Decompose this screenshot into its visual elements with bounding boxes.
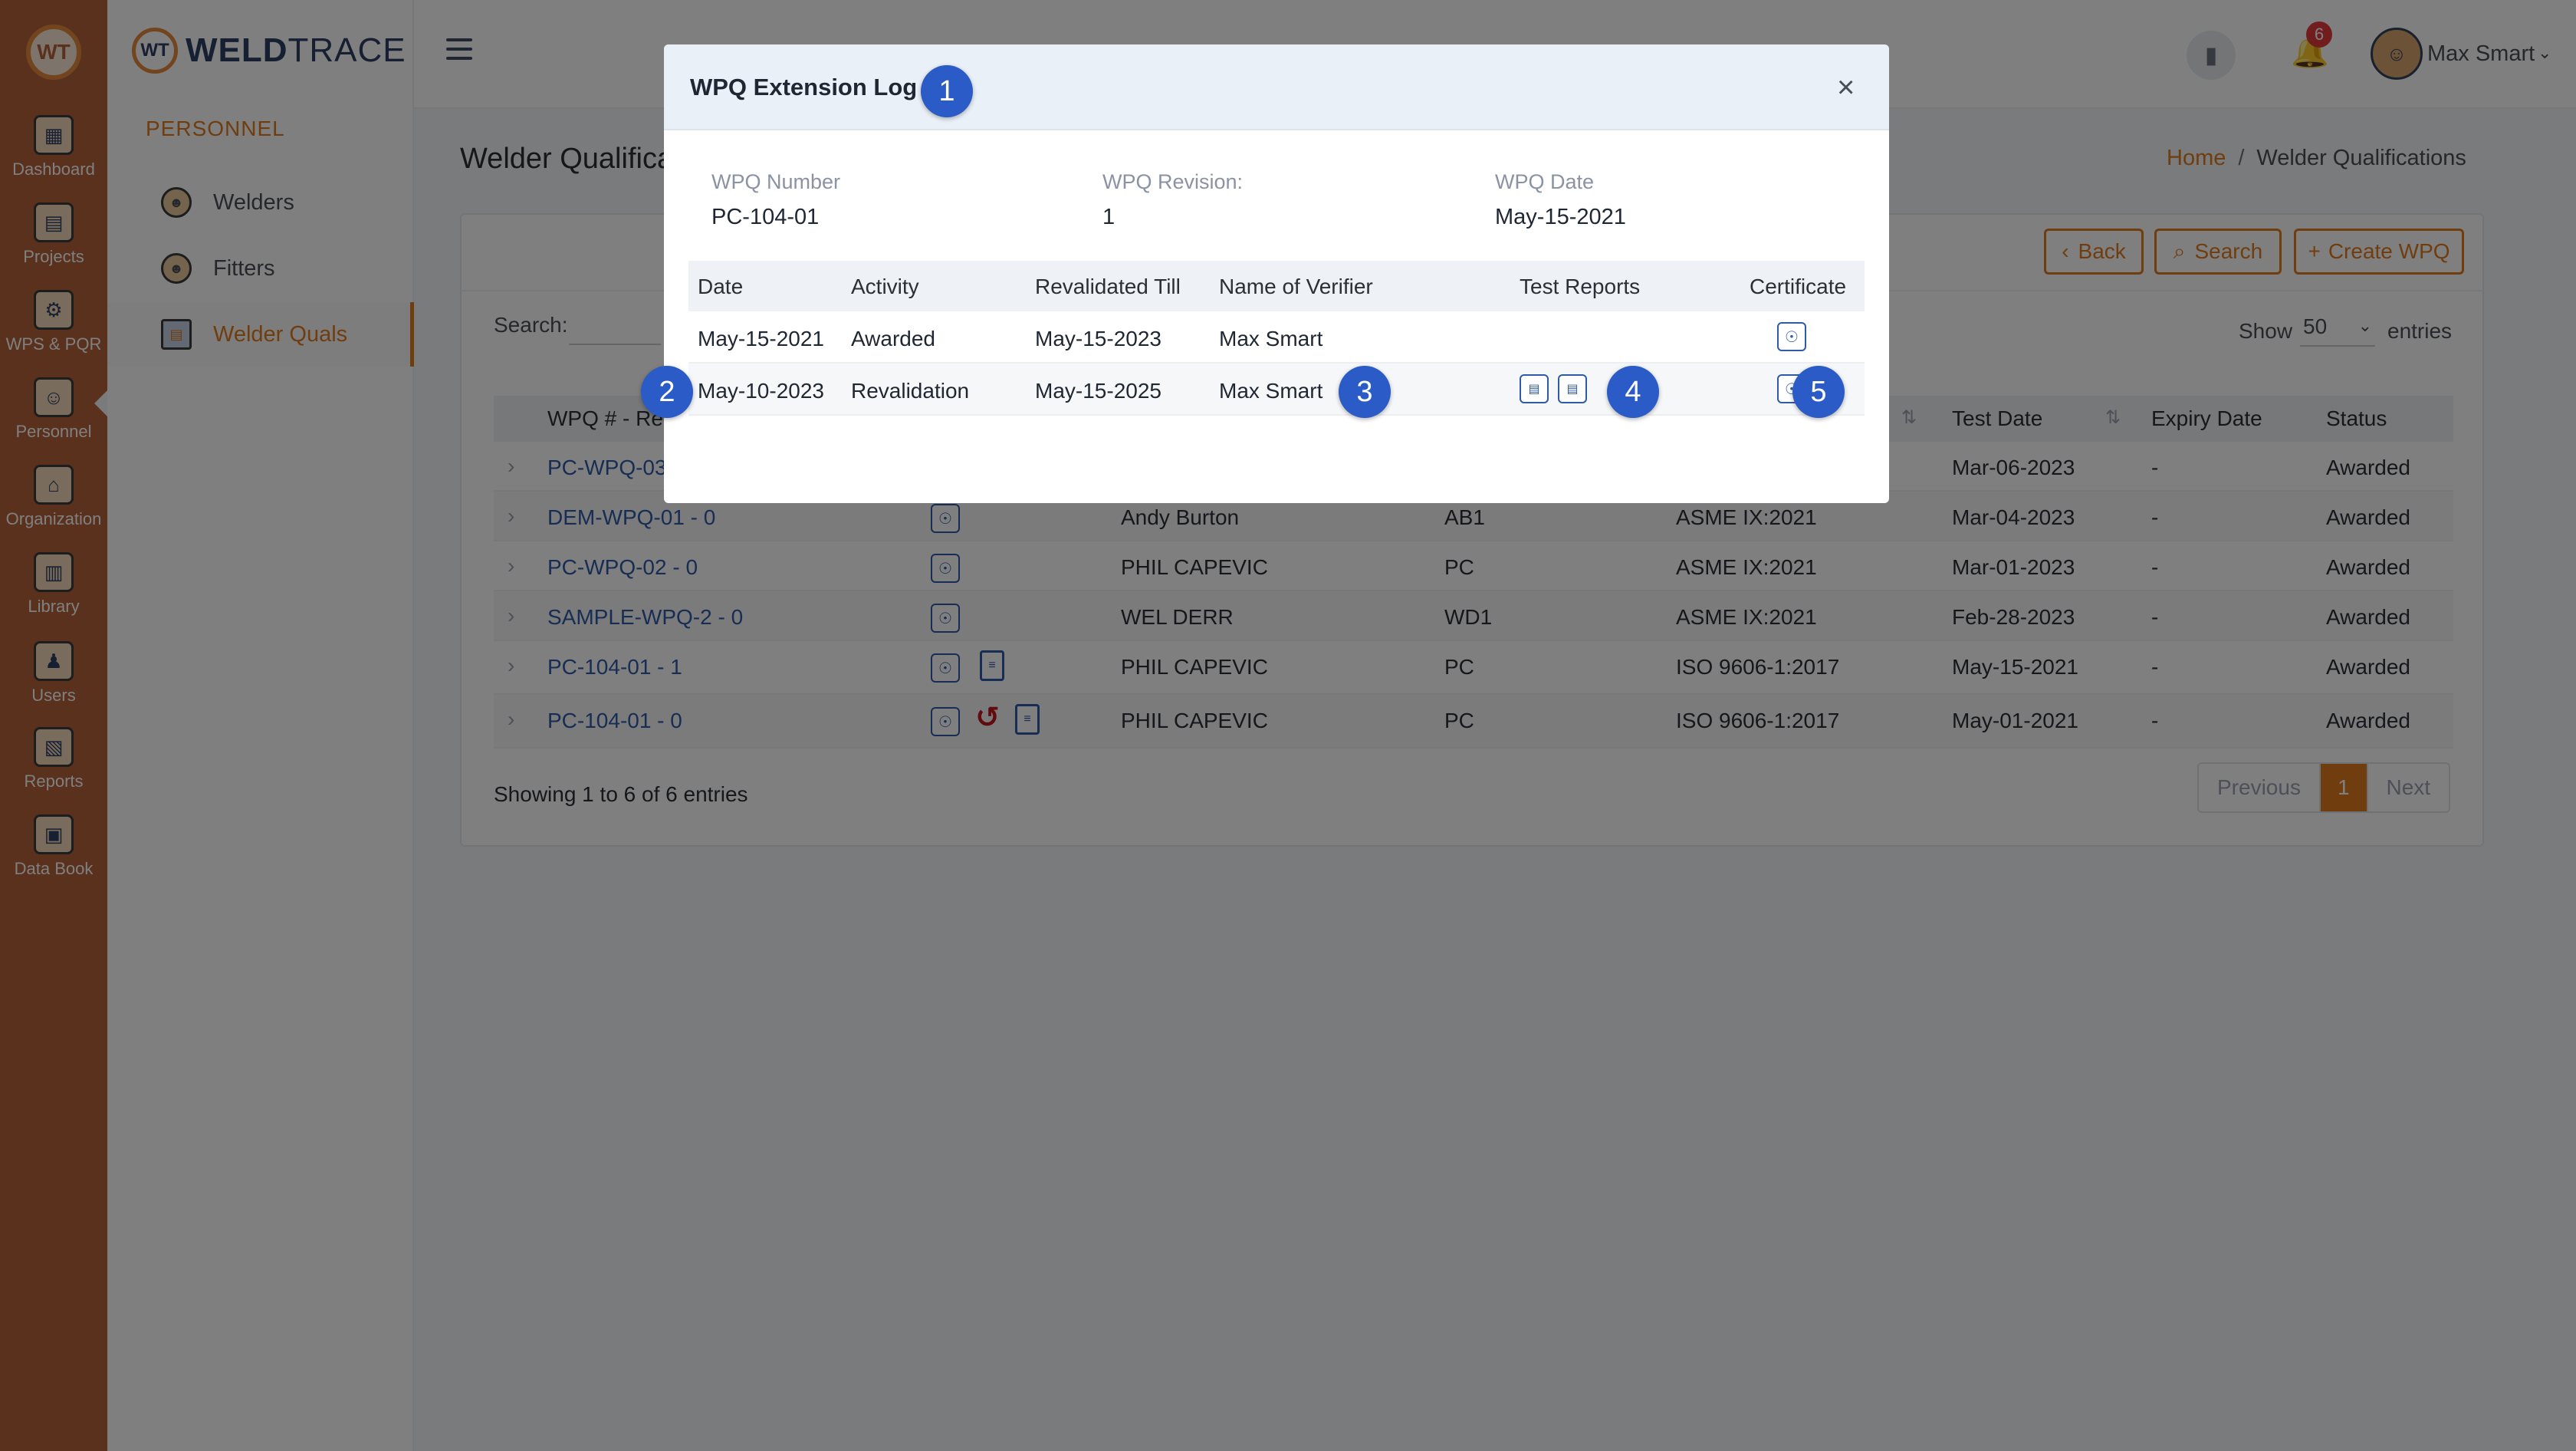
wpq-extension-log-modal: WPQ Extension Log × WPQ Number PC-104-01…: [664, 44, 1889, 503]
log-row: May-15-2021 Awarded May-15-2023 Max Smar…: [688, 311, 1865, 364]
wpq-revision-value: 1: [1102, 205, 1116, 229]
log-activity: Revalidation: [851, 379, 970, 403]
wpq-number-field: WPQ Number PC-104-01: [711, 170, 840, 230]
log-table-header: Date Activity Revalidated Till Name of V…: [688, 261, 1865, 311]
wpq-date-label: WPQ Date: [1495, 170, 1595, 193]
log-date: May-10-2023: [698, 379, 824, 403]
wpq-revision-label: WPQ Revision:: [1102, 170, 1244, 193]
wpq-number-label: WPQ Number: [711, 170, 841, 193]
extension-log-table: Date Activity Revalidated Till Name of V…: [688, 261, 1865, 416]
log-activity: Awarded: [851, 327, 936, 350]
log-revalidated-till: May-15-2025: [1035, 379, 1162, 403]
col-certificate: Certificate: [1750, 275, 1847, 298]
col-activity: Activity: [851, 275, 919, 298]
log-verifier: Max Smart: [1219, 327, 1323, 350]
modal-title: WPQ Extension Log: [690, 74, 918, 100]
log-revalidated-till: May-15-2023: [1035, 327, 1162, 350]
step-marker-3: 3: [1339, 366, 1391, 418]
log-date: May-15-2021: [698, 327, 824, 350]
step-marker-4: 4: [1607, 366, 1659, 418]
modal-header: WPQ Extension Log ×: [664, 44, 1889, 130]
wpq-number-value: PC-104-01: [711, 205, 820, 229]
test-report-icon[interactable]: ▤: [1558, 374, 1587, 403]
col-verifier: Name of Verifier: [1219, 275, 1373, 298]
wpq-date-value: May-15-2021: [1495, 205, 1626, 229]
col-test-reports: Test Reports: [1520, 275, 1641, 298]
step-marker-5: 5: [1792, 366, 1845, 418]
col-date: Date: [698, 275, 744, 298]
step-marker-2: 2: [641, 366, 693, 418]
log-row: May-10-2023 Revalidation May-15-2025 Max…: [688, 364, 1865, 416]
step-marker-1: 1: [921, 65, 973, 117]
test-report-icon[interactable]: ▤: [1520, 374, 1549, 403]
certificate-icon[interactable]: ☉: [1777, 322, 1806, 351]
wpq-date-field: WPQ Date May-15-2021: [1495, 170, 1626, 230]
col-revalidated-till: Revalidated Till: [1035, 275, 1181, 298]
wpq-revision-field: WPQ Revision: 1: [1102, 170, 1243, 230]
log-verifier: Max Smart: [1219, 379, 1323, 403]
close-icon[interactable]: ×: [1837, 72, 1855, 103]
